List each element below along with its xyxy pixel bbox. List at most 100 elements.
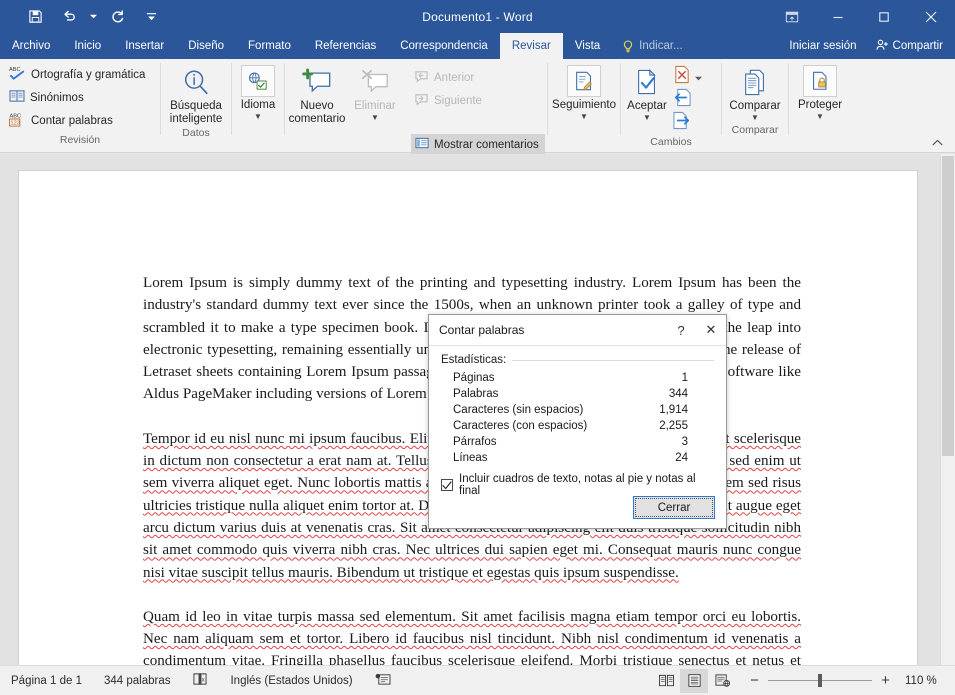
thesaurus-button[interactable]: Sinónimos (4, 86, 150, 109)
compare-label: Comparar (729, 100, 781, 112)
ribbon-group-comparar-label: Comparar (731, 123, 779, 136)
tab-revisar[interactable]: Revisar (499, 33, 563, 59)
help-icon[interactable]: ? (666, 315, 696, 345)
smart-lookup-button[interactable]: Búsqueda inteligente (164, 63, 228, 125)
print-layout-icon[interactable] (680, 668, 708, 693)
vertical-scrollbar[interactable] (940, 154, 955, 665)
vertical-scrollbar-thumb[interactable] (942, 156, 954, 456)
tab-formato[interactable]: Formato (236, 33, 303, 59)
redo-icon[interactable] (100, 4, 134, 30)
accept-change-dropdown-icon[interactable]: ▼ (643, 113, 651, 122)
zoom-out-button[interactable]: − (748, 673, 761, 688)
ribbon: ABC Ortografía y gramática Sinónimos ABC… (0, 59, 955, 169)
maximize-icon[interactable] (861, 0, 907, 33)
delete-comment-button[interactable]: Eliminar ▼ (347, 63, 403, 122)
previous-change-icon[interactable] (673, 88, 691, 112)
word-count-indicator[interactable]: 344 palabras (93, 675, 182, 687)
status-bar-right: − + 110 % (652, 668, 955, 693)
reject-change-dropdown-icon[interactable] (691, 68, 702, 86)
proofing-status[interactable]: x (181, 672, 219, 689)
dialog-title-buttons: ? ✕ (666, 315, 726, 345)
sign-in-link[interactable]: Iniciar sesión (779, 40, 866, 52)
smart-lookup-icon (181, 65, 211, 99)
macro-record-icon (375, 672, 391, 689)
ribbon-group-seguimiento: Seguimiento ▼ (548, 59, 620, 137)
next-comment-label: Siguiente (434, 94, 482, 107)
customize-qat-icon[interactable] (134, 4, 168, 30)
delete-comment-label: Eliminar (354, 100, 396, 112)
zoom-slider-knob[interactable] (818, 674, 822, 687)
tab-referencias[interactable]: Referencias (303, 33, 388, 59)
macro-status[interactable] (364, 672, 402, 689)
tell-me-placeholder: Indicar... (639, 40, 683, 52)
new-comment-button[interactable]: Nuevo comentario (285, 63, 347, 125)
previous-comment-icon (414, 70, 429, 86)
close-button[interactable]: Cerrar (633, 496, 715, 519)
new-comment-icon (301, 65, 333, 99)
language-status-label: Inglés (Estados Unidos) (230, 674, 353, 687)
track-changes-dropdown-icon[interactable]: ▼ (580, 112, 588, 121)
next-change-icon[interactable] (673, 111, 691, 135)
close-icon[interactable] (907, 0, 955, 33)
read-mode-icon[interactable] (652, 669, 680, 693)
dialog-close-icon[interactable]: ✕ (696, 315, 726, 345)
svg-text:x: x (202, 678, 205, 684)
word-count-button[interactable]: ABC 123 Contar palabras (4, 109, 150, 132)
svg-text:ABC: ABC (9, 67, 21, 73)
collapse-ribbon-icon[interactable] (929, 134, 945, 150)
compare-dropdown-icon[interactable]: ▼ (751, 113, 759, 122)
zoom-slider[interactable] (768, 674, 872, 688)
compare-icon (741, 65, 769, 99)
compare-button[interactable]: Comparar ▼ (723, 63, 787, 122)
stat-row: Párrafos 3 (441, 434, 714, 450)
window-controls (769, 0, 955, 33)
save-icon[interactable] (18, 4, 52, 30)
language-button[interactable]: Idioma ▼ (233, 63, 283, 121)
language-status[interactable]: Inglés (Estados Unidos) (219, 675, 363, 687)
stat-label: Páginas (453, 372, 495, 384)
tab-vista[interactable]: Vista (563, 33, 612, 59)
undo-dropdown-icon[interactable] (86, 4, 100, 30)
tab-correspondencia[interactable]: Correspondencia (388, 33, 500, 59)
zoom-control: − + 110 % (736, 673, 947, 688)
stat-value: 24 (675, 452, 688, 464)
next-comment-button[interactable]: Siguiente (409, 89, 545, 112)
thesaurus-label: Sinónimos (30, 91, 84, 104)
ribbon-group-idioma-label (232, 121, 284, 137)
dialog-title: Contar palabras (439, 323, 525, 337)
stat-value: 2,255 (659, 420, 688, 432)
checkbox-icon[interactable] (441, 479, 453, 491)
word-count-label: Contar palabras (31, 114, 113, 127)
share-button[interactable]: Compartir (867, 38, 955, 55)
page-indicator[interactable]: Página 1 de 1 (0, 675, 93, 687)
show-comments-button[interactable]: Mostrar comentarios (411, 134, 545, 155)
dialog-body: Estadísticas: Páginas 1 Palabras 344 Car… (429, 346, 726, 497)
previous-comment-button[interactable]: Anterior (409, 66, 545, 89)
accept-change-button[interactable]: Aceptar ▼ (621, 63, 673, 122)
tab-archivo[interactable]: Archivo (0, 33, 62, 59)
web-layout-icon[interactable] (708, 669, 736, 693)
protect-button[interactable]: Proteger ▼ (790, 63, 850, 121)
minimize-icon[interactable] (815, 0, 861, 33)
delete-comment-icon (359, 65, 391, 99)
track-changes-button[interactable]: Seguimiento ▼ (549, 63, 619, 121)
share-person-icon (875, 38, 889, 55)
tab-inicio[interactable]: Inicio (62, 33, 113, 59)
protect-dropdown-icon[interactable]: ▼ (816, 112, 824, 121)
ribbon-display-options-icon[interactable] (769, 0, 815, 33)
zoom-in-button[interactable]: + (879, 673, 892, 688)
show-comments-label: Mostrar comentarios (434, 138, 539, 151)
delete-comment-dropdown-icon[interactable]: ▼ (371, 113, 379, 122)
reject-change-icon[interactable] (673, 65, 691, 89)
tell-me-search[interactable]: Indicar... (612, 33, 692, 59)
tab-diseno[interactable]: Diseño (176, 33, 236, 59)
track-changes-icon (567, 65, 601, 97)
ribbon-group-idioma: Idioma ▼ (232, 59, 284, 137)
include-textboxes-checkbox-row[interactable]: Incluir cuadros de texto, notas al pie y… (441, 473, 714, 497)
spelling-grammar-button[interactable]: ABC Ortografía y gramática (4, 63, 150, 86)
undo-icon[interactable] (52, 4, 86, 30)
ribbon-group-comentarios: Nuevo comentario Eliminar ▼ Anterior Sig… (285, 59, 547, 169)
stat-row: Caracteres (con espacios) 2,255 (441, 418, 714, 434)
language-dropdown-icon[interactable]: ▼ (254, 112, 262, 121)
tab-insertar[interactable]: Insertar (113, 33, 176, 59)
